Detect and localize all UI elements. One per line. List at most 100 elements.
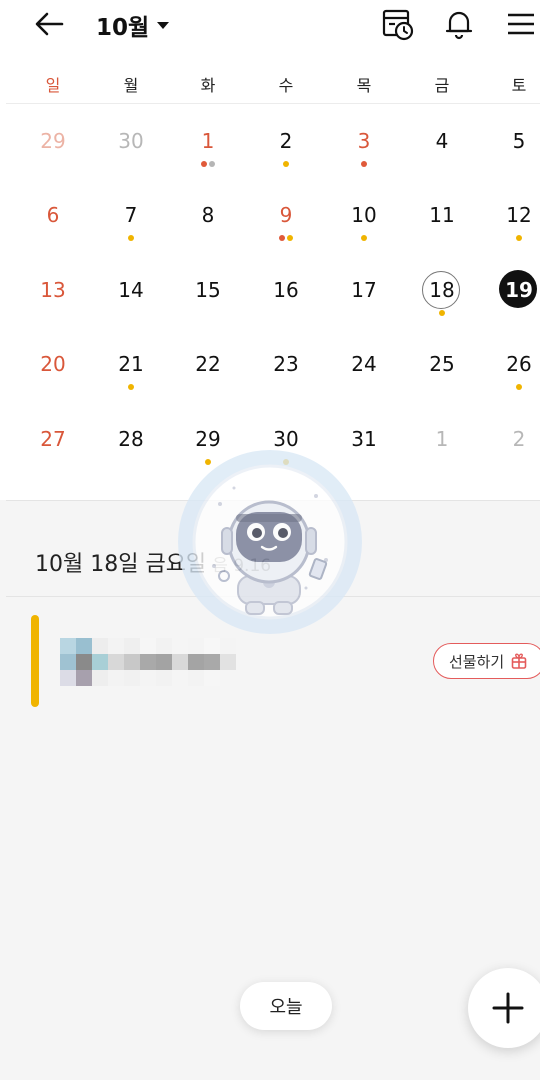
calendar-day-cell[interactable]: 5: [489, 104, 540, 174]
day-number: 5: [512, 129, 526, 153]
calendar-day-cell[interactable]: 4: [412, 104, 472, 174]
day-number: 21: [118, 352, 144, 376]
calendar-day-cell[interactable]: 6: [23, 178, 83, 248]
day-number: 13: [40, 278, 66, 302]
month-selector[interactable]: 10월: [96, 8, 170, 42]
blurred-event-title[interactable]: [60, 638, 236, 686]
day-number: 9: [279, 203, 293, 227]
month-grid: 29 30 1 2 3 4 5 6 7 8 9 10 11 12 13 14 15 16 17 18 19 20 21 22 2…: [0, 104, 540, 500]
day-number: 1: [201, 129, 215, 153]
calendar-day-cell[interactable]: 27: [23, 402, 83, 472]
weekday-mon: 월: [123, 76, 139, 95]
day-number: 4: [435, 129, 449, 153]
selected-date-heading: 10월 18일 금요일 음 9.16: [35, 546, 271, 578]
calendar-day-cell[interactable]: 23: [256, 327, 316, 397]
day-number: 1: [435, 427, 449, 451]
event-dot: [128, 384, 134, 390]
calendar-day-cell[interactable]: 15: [178, 253, 238, 323]
event-dot: [128, 235, 134, 241]
calendar-day-cell[interactable]: 29: [23, 104, 83, 174]
event-indicator-dots: [334, 161, 394, 169]
calendar-day-cell[interactable]: 9: [256, 178, 316, 248]
day-number: 8: [201, 203, 215, 227]
day-number: 17: [351, 278, 377, 302]
selected-date-label: 10월 18일 금요일: [35, 552, 207, 577]
gift-button[interactable]: 선물하기: [433, 643, 540, 679]
day-number: 10: [351, 203, 377, 227]
calendar-day-cell[interactable]: 25: [412, 327, 472, 397]
calendar-day-cell[interactable]: 13: [23, 253, 83, 323]
calendar-day-cell[interactable]: 1: [412, 402, 472, 472]
calendar-day-cell[interactable]: 16: [256, 253, 316, 323]
calendar-day-cell[interactable]: 31: [334, 402, 394, 472]
add-event-button[interactable]: [468, 968, 540, 1048]
calendar-day-cell[interactable]: 22: [178, 327, 238, 397]
day-number: 23: [273, 352, 299, 376]
calendar-panel: 10월 일 월 화 수 목 금 토 29 30 1 2 3 4 5 6 7 8 …: [0, 0, 540, 500]
event-indicator-dots: [412, 310, 472, 318]
calendar-day-cell[interactable]: 28: [101, 402, 161, 472]
bell-icon[interactable]: [441, 6, 477, 42]
event-dot: [201, 161, 207, 167]
event-color-bar: [31, 615, 39, 707]
event-indicator-dots: [334, 235, 394, 243]
calendar-day-cell[interactable]: 7: [101, 178, 161, 248]
weekday-sat: 토: [511, 76, 527, 95]
day-number: 12: [506, 203, 532, 227]
calendar-day-cell[interactable]: 8: [178, 178, 238, 248]
today-button-label: 오늘: [269, 997, 303, 1018]
event-indicator-dots: [178, 459, 238, 467]
day-number: 16: [273, 278, 299, 302]
day-number: 29: [195, 427, 221, 451]
event-dot: [439, 310, 445, 316]
event-dot: [361, 235, 367, 241]
calendar-day-cell[interactable]: 2: [489, 402, 540, 472]
divider: [6, 596, 540, 597]
calendar-day-cell[interactable]: 19: [489, 253, 540, 323]
calendar-day-cell[interactable]: 29: [178, 402, 238, 472]
calendar-day-cell[interactable]: 24: [334, 327, 394, 397]
menu-icon[interactable]: [502, 6, 538, 42]
calendar-day-cell[interactable]: 30: [101, 104, 161, 174]
calendar-clock-icon[interactable]: [380, 6, 416, 42]
calendar-day-cell[interactable]: 18: [412, 253, 472, 323]
calendar-day-cell[interactable]: 12: [489, 178, 540, 248]
calendar-day-cell[interactable]: 26: [489, 327, 540, 397]
calendar-day-cell[interactable]: 20: [23, 327, 83, 397]
event-indicator-dots: [489, 384, 540, 392]
weekday-tue: 화: [200, 76, 216, 95]
day-number: 19: [505, 278, 533, 302]
calendar-day-cell[interactable]: 11: [412, 178, 472, 248]
event-indicator-dots: [101, 384, 161, 392]
day-number: 24: [351, 352, 377, 376]
day-number: 30: [118, 129, 144, 153]
calendar-day-cell[interactable]: 10: [334, 178, 394, 248]
day-number: 27: [40, 427, 66, 451]
day-number: 31: [351, 427, 377, 451]
back-arrow-icon[interactable]: [32, 8, 68, 40]
day-number: 3: [357, 129, 371, 153]
day-number: 2: [279, 129, 293, 153]
calendar-day-cell[interactable]: 1: [178, 104, 238, 174]
calendar-day-cell[interactable]: 21: [101, 327, 161, 397]
calendar-day-cell[interactable]: 14: [101, 253, 161, 323]
weekday-wed: 수: [278, 76, 294, 95]
day-number: 22: [195, 352, 221, 376]
calendar-day-cell[interactable]: 3: [334, 104, 394, 174]
event-indicator-dots: [178, 161, 238, 169]
day-number: 14: [118, 278, 144, 302]
event-indicator-dots: [256, 459, 316, 467]
calendar-day-cell[interactable]: 17: [334, 253, 394, 323]
weekday-header: 일 월 화 수 목 금 토: [0, 72, 540, 96]
today-button[interactable]: 오늘: [240, 982, 332, 1030]
day-number: 18: [429, 278, 455, 302]
day-number: 6: [46, 203, 60, 227]
day-number: 20: [40, 352, 66, 376]
day-number: 15: [195, 278, 221, 302]
event-indicator-dots: [256, 161, 316, 169]
event-dot: [279, 235, 285, 241]
event-indicator-dots: [489, 235, 540, 243]
calendar-day-cell[interactable]: 30: [256, 402, 316, 472]
calendar-day-cell[interactable]: 2: [256, 104, 316, 174]
event-dot: [287, 235, 293, 241]
